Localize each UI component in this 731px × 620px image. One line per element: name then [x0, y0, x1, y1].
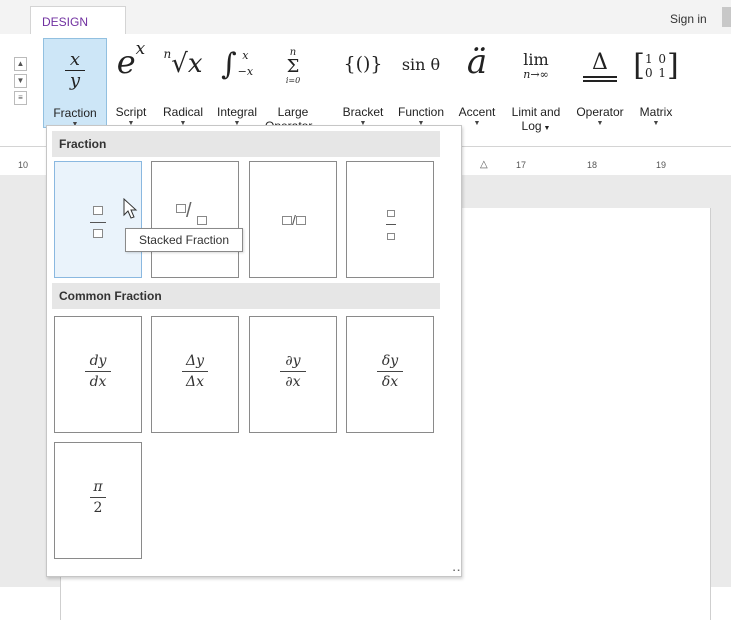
accent-icon: ä	[466, 42, 488, 82]
fraction-expression: dy dx	[55, 353, 141, 391]
integral-button[interactable]: ∫ x −x Integral ▼	[211, 38, 263, 128]
common-fraction-partial-tile[interactable]: ∂y ∂x	[249, 316, 337, 433]
matrix-label: Matrix	[639, 105, 673, 119]
fraction-icon: x y	[44, 45, 106, 95]
small-fraction-icon	[381, 204, 401, 245]
fraction-expression: ∂y ∂x	[250, 353, 336, 391]
function-icon: sin θ	[401, 54, 441, 74]
integral-icon: ∫ x −x	[220, 46, 254, 82]
skewed-fraction-icon: /	[176, 200, 220, 230]
matrix-button[interactable]: [ 1 00 1 ] Matrix ▼	[633, 38, 679, 128]
small-fraction-tile[interactable]	[346, 161, 434, 278]
linear-fraction-icon: /	[272, 212, 316, 228]
bracket-button[interactable]: {()} Bracket ▼	[337, 38, 389, 128]
accent-button[interactable]: ä Accent ▼	[453, 38, 501, 128]
operator-label: Operator	[576, 105, 624, 119]
ruler-number: 10	[18, 160, 29, 170]
matrix-icon: [ 1 00 1 ]	[633, 48, 679, 83]
radical-label: Radical	[162, 105, 204, 119]
dropdown-arrow-icon: ▼	[596, 120, 604, 127]
script-button[interactable]: ex Script ▼	[108, 38, 154, 128]
tooltip-stacked-fraction: Stacked Fraction	[125, 228, 243, 252]
skewed-fraction-tile[interactable]: /	[151, 161, 239, 278]
account-picture[interactable]	[722, 7, 731, 27]
radical-button[interactable]: n √x Radical ▼	[156, 38, 210, 128]
fraction-expression: δy δx	[347, 353, 433, 391]
summation-icon: n Σ i=0	[285, 46, 301, 85]
delta-operator-icon: Δ	[571, 44, 629, 88]
tab-design[interactable]: DESIGN	[30, 6, 126, 35]
common-fraction-delta-tile[interactable]: Δy Δx	[151, 316, 239, 433]
section-header-common-fraction: Common Fraction	[52, 283, 440, 309]
bracket-label: Bracket	[342, 105, 384, 119]
resize-grip-icon[interactable]: ⠠⠄	[449, 564, 464, 575]
script-icon: ex	[116, 39, 146, 81]
limit-and-log-button[interactable]: lim n→∞ Limit and Log ▼	[503, 38, 569, 134]
bracket-icon: {()}	[343, 53, 383, 75]
limit-and-log-label: Limit and Log ▼	[511, 105, 561, 133]
function-label: Function	[397, 105, 445, 119]
ruler-number: 19	[656, 160, 667, 170]
fraction-button[interactable]: x y Fraction ▼	[43, 38, 107, 128]
accent-label: Accent	[458, 105, 496, 119]
operator-button[interactable]: Δ Operator ▼	[571, 38, 629, 128]
fraction-gallery-dropdown: Fraction / / Common Fraction dy dx Δy Δx…	[46, 125, 462, 577]
common-fraction-dy-dx-tile[interactable]: dy dx	[54, 316, 142, 433]
limit-icon: lim n→∞	[523, 50, 549, 81]
function-button[interactable]: sin θ Function ▼	[390, 38, 452, 128]
fraction-label: Fraction	[53, 106, 97, 120]
stacked-fraction-icon	[87, 202, 109, 243]
section-header-fraction: Fraction	[52, 131, 440, 157]
indent-marker-icon[interactable]: △	[480, 159, 488, 170]
ruler-number: 18	[587, 160, 598, 170]
ruler-number: 17	[516, 160, 527, 170]
ribbon-tab-bar: DESIGN Sign in	[0, 0, 731, 35]
large-operator-button[interactable]: n Σ i=0 LargeOperator ▼	[265, 38, 321, 133]
dropdown-arrow-icon: ▼	[652, 120, 660, 127]
linear-fraction-tile[interactable]: /	[249, 161, 337, 278]
gallery-more-button[interactable]: ≡	[14, 91, 27, 105]
integral-label: Integral	[216, 105, 258, 119]
gallery-scroll-up-button[interactable]: ▲	[14, 57, 27, 71]
fraction-expression: π2	[55, 479, 141, 517]
gallery-scroll-down-button[interactable]: ▼	[14, 74, 27, 88]
script-label: Script	[115, 105, 147, 119]
common-fraction-pi-over-2-tile[interactable]: π2	[54, 442, 142, 559]
mouse-cursor-icon	[123, 198, 138, 219]
common-fraction-small-delta-tile[interactable]: δy δx	[346, 316, 434, 433]
fraction-expression: Δy Δx	[152, 353, 238, 391]
radical-icon: n √x	[163, 47, 203, 79]
sign-in-link[interactable]: Sign in	[670, 12, 707, 26]
